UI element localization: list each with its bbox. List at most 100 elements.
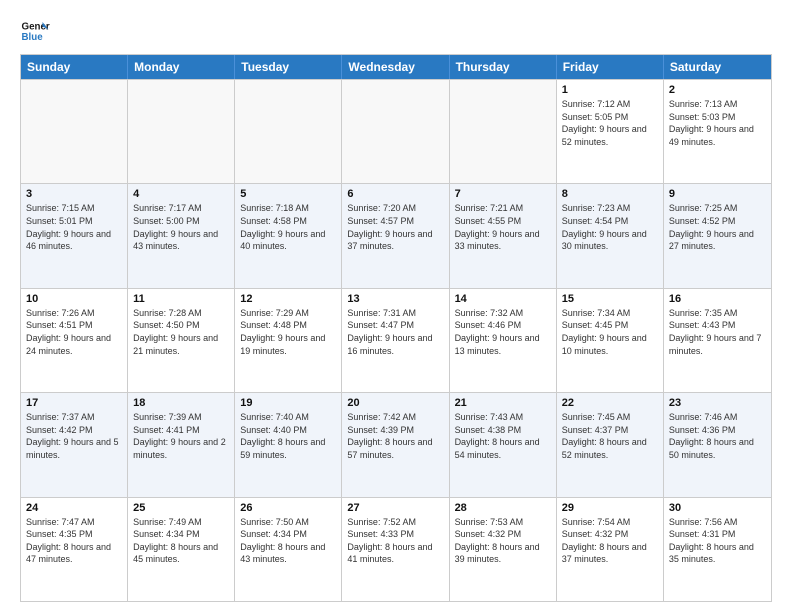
cell-daylight-text: Sunrise: 7:29 AM Sunset: 4:48 PM Dayligh…	[240, 307, 336, 357]
calendar-cell-row3-col3: 20 Sunrise: 7:42 AM Sunset: 4:39 PM Dayli…	[342, 393, 449, 496]
cell-daylight-text: Sunrise: 7:53 AM Sunset: 4:32 PM Dayligh…	[455, 516, 551, 566]
cell-daylight-text: Sunrise: 7:20 AM Sunset: 4:57 PM Dayligh…	[347, 202, 443, 252]
cell-daylight-text: Sunrise: 7:42 AM Sunset: 4:39 PM Dayligh…	[347, 411, 443, 461]
calendar-row-2: 10 Sunrise: 7:26 AM Sunset: 4:51 PM Dayli…	[21, 288, 771, 392]
day-number: 25	[133, 502, 229, 514]
cell-daylight-text: Sunrise: 7:43 AM Sunset: 4:38 PM Dayligh…	[455, 411, 551, 461]
logo: General Blue	[20, 16, 54, 46]
calendar-cell-row0-col1	[128, 80, 235, 183]
day-number: 11	[133, 293, 229, 305]
cell-daylight-text: Sunrise: 7:18 AM Sunset: 4:58 PM Dayligh…	[240, 202, 336, 252]
calendar-cell-row0-col5: 1 Sunrise: 7:12 AM Sunset: 5:05 PM Daylig…	[557, 80, 664, 183]
logo-icon: General Blue	[20, 16, 50, 46]
day-number: 30	[669, 502, 766, 514]
calendar-cell-row1-col4: 7Sunrise: 7:21 AM Sunset: 4:55 PM Daylig…	[450, 184, 557, 287]
calendar-header: SundayMondayTuesdayWednesdayThursdayFrid…	[21, 55, 771, 79]
cell-daylight-text: Sunrise: 7:39 AM Sunset: 4:41 PM Dayligh…	[133, 411, 229, 461]
cell-daylight-text: Sunrise: 7:47 AM Sunset: 4:35 PM Dayligh…	[26, 516, 122, 566]
calendar-cell-row1-col5: 8 Sunrise: 7:23 AM Sunset: 4:54 PM Daylig…	[557, 184, 664, 287]
day-number: 29	[562, 502, 658, 514]
header-cell-friday: Friday	[557, 55, 664, 79]
header-cell-saturday: Saturday	[664, 55, 771, 79]
cell-daylight-text: Sunrise: 7:17 AM Sunset: 5:00 PM Dayligh…	[133, 202, 229, 252]
calendar-cell-row1-col2: 5Sunrise: 7:18 AM Sunset: 4:58 PM Daylig…	[235, 184, 342, 287]
cell-daylight-text: Sunrise: 7:50 AM Sunset: 4:34 PM Dayligh…	[240, 516, 336, 566]
calendar-cell-row4-col6: 30 Sunrise: 7:56 AM Sunset: 4:31 PM Dayli…	[664, 498, 771, 601]
cell-daylight-text: Sunrise: 7:54 AM Sunset: 4:32 PM Dayligh…	[562, 516, 658, 566]
calendar-cell-row4-col1: 25 Sunrise: 7:49 AM Sunset: 4:34 PM Dayli…	[128, 498, 235, 601]
day-number: 16	[669, 293, 766, 305]
cell-daylight-text: Sunrise: 7:21 AM Sunset: 4:55 PM Dayligh…	[455, 202, 551, 252]
header-cell-sunday: Sunday	[21, 55, 128, 79]
cell-daylight-text: Sunrise: 7:12 AM Sunset: 5:05 PM Dayligh…	[562, 98, 658, 148]
calendar-cell-row4-col2: 26Sunrise: 7:50 AM Sunset: 4:34 PM Dayli…	[235, 498, 342, 601]
calendar-cell-row2-col6: 16 Sunrise: 7:35 AM Sunset: 4:43 PM Dayli…	[664, 289, 771, 392]
cell-daylight-text: Sunrise: 7:40 AM Sunset: 4:40 PM Dayligh…	[240, 411, 336, 461]
calendar-cell-row4-col4: 28 Sunrise: 7:53 AM Sunset: 4:32 PM Dayli…	[450, 498, 557, 601]
calendar-cell-row3-col0: 17 Sunrise: 7:37 AM Sunset: 4:42 PM Dayli…	[21, 393, 128, 496]
day-number: 1	[562, 84, 658, 96]
cell-daylight-text: Sunrise: 7:34 AM Sunset: 4:45 PM Dayligh…	[562, 307, 658, 357]
header-cell-tuesday: Tuesday	[235, 55, 342, 79]
cell-daylight-text: Sunrise: 7:37 AM Sunset: 4:42 PM Dayligh…	[26, 411, 122, 461]
cell-daylight-text: Sunrise: 7:35 AM Sunset: 4:43 PM Dayligh…	[669, 307, 766, 357]
day-number: 28	[455, 502, 551, 514]
calendar-cell-row1-col1: 4 Sunrise: 7:17 AM Sunset: 5:00 PM Daylig…	[128, 184, 235, 287]
calendar-row-0: 1 Sunrise: 7:12 AM Sunset: 5:05 PM Daylig…	[21, 79, 771, 183]
day-number: 20	[347, 397, 443, 409]
calendar: SundayMondayTuesdayWednesdayThursdayFrid…	[20, 54, 772, 602]
svg-text:Blue: Blue	[22, 32, 44, 43]
cell-daylight-text: Sunrise: 7:31 AM Sunset: 4:47 PM Dayligh…	[347, 307, 443, 357]
calendar-cell-row2-col5: 15 Sunrise: 7:34 AM Sunset: 4:45 PM Dayli…	[557, 289, 664, 392]
calendar-cell-row0-col3	[342, 80, 449, 183]
calendar-cell-row4-col3: 27Sunrise: 7:52 AM Sunset: 4:33 PM Dayli…	[342, 498, 449, 601]
day-number: 14	[455, 293, 551, 305]
cell-daylight-text: Sunrise: 7:23 AM Sunset: 4:54 PM Dayligh…	[562, 202, 658, 252]
day-number: 17	[26, 397, 122, 409]
day-number: 2	[669, 84, 766, 96]
day-number: 6	[347, 188, 443, 200]
day-number: 10	[26, 293, 122, 305]
day-number: 15	[562, 293, 658, 305]
calendar-cell-row4-col5: 29 Sunrise: 7:54 AM Sunset: 4:32 PM Dayli…	[557, 498, 664, 601]
cell-daylight-text: Sunrise: 7:46 AM Sunset: 4:36 PM Dayligh…	[669, 411, 766, 461]
cell-daylight-text: Sunrise: 7:52 AM Sunset: 4:33 PM Dayligh…	[347, 516, 443, 566]
cell-daylight-text: Sunrise: 7:25 AM Sunset: 4:52 PM Dayligh…	[669, 202, 766, 252]
cell-daylight-text: Sunrise: 7:15 AM Sunset: 5:01 PM Dayligh…	[26, 202, 122, 252]
day-number: 19	[240, 397, 336, 409]
day-number: 23	[669, 397, 766, 409]
calendar-cell-row0-col6: 2 Sunrise: 7:13 AM Sunset: 5:03 PM Daylig…	[664, 80, 771, 183]
calendar-cell-row2-col3: 13 Sunrise: 7:31 AM Sunset: 4:47 PM Dayli…	[342, 289, 449, 392]
header-cell-monday: Monday	[128, 55, 235, 79]
calendar-cell-row2-col0: 10 Sunrise: 7:26 AM Sunset: 4:51 PM Dayli…	[21, 289, 128, 392]
calendar-cell-row1-col3: 6 Sunrise: 7:20 AM Sunset: 4:57 PM Daylig…	[342, 184, 449, 287]
calendar-cell-row3-col5: 22 Sunrise: 7:45 AM Sunset: 4:37 PM Dayli…	[557, 393, 664, 496]
day-number: 12	[240, 293, 336, 305]
calendar-cell-row2-col2: 12 Sunrise: 7:29 AM Sunset: 4:48 PM Dayli…	[235, 289, 342, 392]
day-number: 4	[133, 188, 229, 200]
day-number: 22	[562, 397, 658, 409]
day-number: 8	[562, 188, 658, 200]
cell-daylight-text: Sunrise: 7:56 AM Sunset: 4:31 PM Dayligh…	[669, 516, 766, 566]
calendar-row-4: 24Sunrise: 7:47 AM Sunset: 4:35 PM Dayli…	[21, 497, 771, 601]
day-number: 21	[455, 397, 551, 409]
day-number: 18	[133, 397, 229, 409]
header-cell-wednesday: Wednesday	[342, 55, 449, 79]
cell-daylight-text: Sunrise: 7:26 AM Sunset: 4:51 PM Dayligh…	[26, 307, 122, 357]
calendar-cell-row4-col0: 24Sunrise: 7:47 AM Sunset: 4:35 PM Dayli…	[21, 498, 128, 601]
calendar-cell-row0-col2	[235, 80, 342, 183]
calendar-cell-row3-col1: 18 Sunrise: 7:39 AM Sunset: 4:41 PM Dayli…	[128, 393, 235, 496]
cell-daylight-text: Sunrise: 7:32 AM Sunset: 4:46 PM Dayligh…	[455, 307, 551, 357]
page-header: General Blue	[20, 16, 772, 46]
calendar-cell-row2-col1: 11Sunrise: 7:28 AM Sunset: 4:50 PM Dayli…	[128, 289, 235, 392]
calendar-cell-row1-col0: 3Sunrise: 7:15 AM Sunset: 5:01 PM Daylig…	[21, 184, 128, 287]
calendar-row-1: 3Sunrise: 7:15 AM Sunset: 5:01 PM Daylig…	[21, 183, 771, 287]
calendar-cell-row0-col0	[21, 80, 128, 183]
calendar-cell-row1-col6: 9Sunrise: 7:25 AM Sunset: 4:52 PM Daylig…	[664, 184, 771, 287]
header-cell-thursday: Thursday	[450, 55, 557, 79]
cell-daylight-text: Sunrise: 7:13 AM Sunset: 5:03 PM Dayligh…	[669, 98, 766, 148]
day-number: 13	[347, 293, 443, 305]
cell-daylight-text: Sunrise: 7:49 AM Sunset: 4:34 PM Dayligh…	[133, 516, 229, 566]
cell-daylight-text: Sunrise: 7:45 AM Sunset: 4:37 PM Dayligh…	[562, 411, 658, 461]
calendar-body: 1 Sunrise: 7:12 AM Sunset: 5:05 PM Daylig…	[21, 79, 771, 601]
